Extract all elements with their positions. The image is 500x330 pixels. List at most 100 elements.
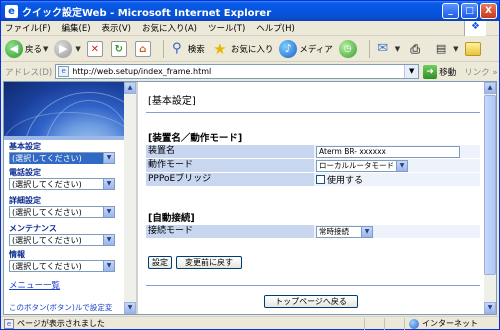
nav-select-basic[interactable]: (選択してください) ▼ [9,152,115,164]
messenger-button[interactable] [464,41,483,56]
nav-select-maintenance[interactable]: (選択してください) ▼ [9,234,115,246]
back-button[interactable]: ◀ 戻る ▼ [5,39,48,58]
nav-section-basic: 基本設定 (選択してください) ▼ [4,142,124,164]
media-button[interactable]: ♪ メディア [279,39,333,58]
scroll-down-icon[interactable]: ▼ [124,302,136,314]
links-button[interactable]: リンク » [464,66,497,78]
title-bar[interactable]: e クイック設定Web - Microsoft Internet Explore… [1,1,499,21]
conn-mode-select[interactable]: 常時接続 ▼ [316,225,373,238]
device-name-label: 装置名 [146,145,314,158]
conn-mode-value: 常時接続 [319,227,349,236]
nav-section-advanced: 詳細設定 (選択してください) ▼ [4,196,124,218]
mode-select[interactable]: ローカルルータモード ▼ [316,159,408,172]
status-cell [364,317,384,330]
links-label: リンク [464,67,490,78]
menu-view[interactable]: 表示(V) [102,22,131,34]
menu-tools[interactable]: ツール(T) [208,22,245,34]
main-scrollbar[interactable]: ▲ ▼ [484,82,496,314]
scroll-thumb[interactable] [484,95,496,275]
back-arrow-icon: ◀ [5,39,23,58]
chevron-down-icon[interactable]: ▼ [361,226,372,237]
chevron-down-icon[interactable]: ▼ [103,179,114,189]
scroll-up-icon[interactable]: ▲ [124,82,136,94]
sidebar-bottom-link[interactable]: このボタン(ボタン)ルで設定変 [9,302,121,313]
star-icon: ★ [213,39,227,58]
refresh-icon: ↻ [110,40,127,57]
status-cell [384,317,404,330]
nav-select-value: (選択してください) [12,261,82,271]
globe-banner-image [4,82,124,136]
home-button[interactable]: ⌂ [134,40,153,57]
pppoe-checkbox[interactable] [316,175,325,184]
edit-button[interactable]: ▤ ▼ [432,40,459,58]
browser-window: e クイック設定Web - Microsoft Internet Explore… [0,0,500,330]
close-button[interactable]: X [480,3,497,19]
scroll-up-icon[interactable]: ▲ [484,82,496,94]
set-button[interactable]: 設定 [148,256,172,269]
go-button[interactable]: ➜ 移動 [423,64,457,79]
refresh-button[interactable]: ↻ [110,40,129,57]
conn-mode-row: 接続モード 常時接続 ▼ [146,225,480,238]
chevron-down-icon[interactable]: ▼ [103,261,114,271]
menu-help[interactable]: ヘルプ(H) [256,22,295,34]
nav-heading: 基本設定 [9,142,41,151]
stop-button[interactable]: ✕ [86,40,105,57]
top-page-button[interactable]: トップページへ戻る [264,295,358,308]
address-input[interactable]: e http://web.setup/index_frame.html ▼ [55,64,420,79]
chevron-down-icon[interactable]: ▼ [396,160,407,171]
mail-button[interactable]: ✉ ▼ [374,40,400,58]
page-title: [基本設定] [148,96,196,107]
maximize-button[interactable]: □ [461,3,478,19]
menu-edit[interactable]: 編集(E) [62,22,91,34]
search-label: 検索 [187,44,205,55]
search-button[interactable]: ⚲ 検索 [168,40,205,58]
nav-heading: 情報 [9,250,25,259]
internet-zone-icon [409,318,419,329]
status-bar: e ページが表示されました インターネット [1,316,499,330]
stop-icon: ✕ [86,40,103,57]
page-done-icon: e [4,318,14,329]
menu-list-link[interactable]: メニュー一覧 [9,279,60,291]
left-frame: 基本設定 (選択してください) ▼ 電話設定 (選択してください) ▼ 詳細設定… [4,82,138,314]
search-icon: ⚲ [172,40,182,56]
chevron-down-icon[interactable]: ▼ [103,207,114,217]
forward-arrow-icon: ▶ [54,39,73,58]
window-title: クイック設定Web - Microsoft Internet Explorer [22,7,272,19]
left-scrollbar[interactable]: ▲ ▼ [124,82,136,314]
device-name-input[interactable]: Aterm BR- xxxxxx [316,145,460,158]
toolbar: ◀ 戻る ▼ ▶ ▼ ✕ ↻ ⌂ ⚲ 検索 ★ お気に入り ♪ メディア ◷ ✉… [1,36,499,62]
windows-logo-icon: ❖ [464,21,486,36]
media-icon: ♪ [279,39,298,58]
chevron-down-icon: ▼ [394,44,401,53]
go-label: 移動 [439,67,457,78]
nav-select-value: (選択してください) [12,179,82,189]
divider [146,285,480,286]
menu-favorites[interactable]: お気に入り(A) [142,22,197,34]
chevron-down-icon[interactable]: ▼ [103,153,114,163]
nav-select-advanced[interactable]: (選択してください) ▼ [9,206,115,218]
revert-button[interactable]: 変更前に戻す [176,256,242,269]
chevron-down-icon[interactable]: ▼ [404,65,419,78]
nav-section-info: 情報 (選択してください) ▼ [4,250,124,272]
favorites-label: お気に入り [230,44,274,55]
address-url[interactable]: http://web.setup/index_frame.html [72,67,404,76]
mode-cell: ローカルルータモード ▼ [314,159,480,172]
history-icon: ◷ [338,39,357,58]
pppoe-cell: 使用する [314,173,480,186]
toolbar-separator [368,39,370,58]
scroll-down-icon[interactable]: ▼ [484,302,496,314]
zone-indicator: インターネット [404,317,499,330]
chevron-down-icon[interactable]: ▼ [103,235,114,245]
history-button[interactable]: ◷ [338,39,359,58]
forward-button[interactable]: ▶ ▼ [54,39,81,58]
menu-file[interactable]: ファイル(F) [5,22,51,34]
favorites-button[interactable]: ★ お気に入り [211,39,274,58]
nav-select-info[interactable]: (選択してください) ▼ [9,260,115,272]
minimize-button[interactable]: _ [442,3,459,19]
chevron-down-icon: ▼ [75,44,81,53]
print-button[interactable]: ⎙ [406,40,426,58]
conn-mode-label: 接続モード [146,225,314,238]
nav-select-phone[interactable]: (選択してください) ▼ [9,178,115,190]
device-section-title: [装置名／動作モード] [148,133,243,144]
nav-section-maintenance: メンテナンス (選択してください) ▼ [4,224,124,246]
